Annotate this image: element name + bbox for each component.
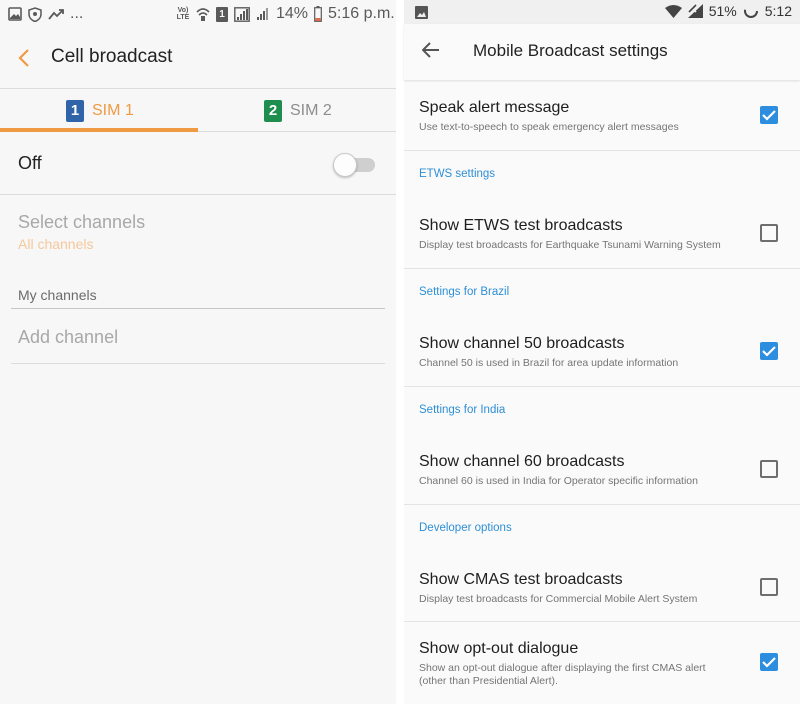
section-header-brazil: Settings for Brazil: [419, 286, 510, 298]
checkmark-icon: [762, 110, 776, 121]
setting-description-line-2: (other than Presidential Alert).: [419, 675, 558, 687]
broadcast-toggle[interactable]: [333, 152, 375, 177]
my-channels-header: My channels: [18, 287, 97, 303]
section-header-etws: ETWS settings: [419, 168, 496, 180]
trending-icon: [48, 9, 64, 20]
signal-icon: [234, 6, 250, 22]
shield-icon: [28, 6, 42, 22]
checkbox-checked[interactable]: [760, 653, 778, 671]
status-right-icons: Vo) LTE 1 14% 5:16 p.m.: [176, 5, 395, 23]
setting-title: Show channel 50 broadcasts: [419, 335, 625, 352]
setting-description: Channel 60 is used in India for Operator…: [419, 475, 698, 487]
sim-1-badge: 1: [66, 99, 84, 122]
back-chevron-icon[interactable]: [14, 46, 34, 70]
image-icon: [415, 6, 428, 19]
battery-percent: 14%: [276, 5, 309, 22]
status-bar: ... Vo) LTE 1 14% 5:16 p.m.: [0, 0, 396, 28]
sim-icon: 1: [216, 6, 228, 22]
image-icon: [8, 7, 22, 21]
section-header-developer: Developer options: [419, 522, 512, 534]
setting-title: Show ETWS test broadcasts: [419, 217, 623, 234]
section-divider: [11, 308, 385, 309]
volte-label: Vo): [177, 7, 189, 14]
right-screen: 51% 5:12 Mobile Broadcast settings Speak…: [404, 0, 800, 704]
page-title: Mobile Broadcast settings: [473, 41, 668, 60]
tab-sim-2-label: SIM 2: [290, 101, 332, 119]
wifi-icon: [664, 4, 682, 18]
lte-label: LTE: [176, 14, 190, 21]
setting-cmas-test[interactable]: Show CMAS test broadcasts Display test b…: [404, 553, 800, 622]
list-divider: [11, 363, 385, 364]
status-ellipsis: ...: [70, 5, 84, 22]
signal-icon: [257, 8, 268, 20]
add-channel-button[interactable]: Add channel: [18, 327, 118, 348]
tab-sim-2[interactable]: 2 SIM 2: [264, 89, 332, 132]
setting-title: Show channel 60 broadcasts: [419, 453, 625, 470]
setting-opt-out-dialogue[interactable]: Show opt-out dialogue Show an opt-out di…: [404, 622, 800, 704]
section-header-india: Settings for India: [419, 404, 506, 416]
setting-etws-test[interactable]: Show ETWS test broadcasts Display test b…: [404, 199, 800, 269]
volte-lte-label: Vo) LTE: [176, 7, 190, 21]
checkbox-checked[interactable]: [760, 342, 778, 360]
status-time: 5:16 p.m.: [328, 5, 395, 22]
setting-description: Display test broadcasts for Earthquake T…: [419, 239, 721, 251]
checkbox-unchecked[interactable]: [760, 224, 778, 242]
sim-tabs: 1 SIM 1 2 SIM 2: [0, 88, 396, 132]
left-screen: ... Vo) LTE 1 14% 5:16 p.m. Cell broadca…: [0, 0, 396, 704]
battery-icon: [743, 4, 758, 18]
status-left-icons: ...: [8, 5, 83, 23]
setting-description: Use text-to-speech to speak emergency al…: [419, 121, 679, 133]
checkmark-icon: [762, 657, 776, 668]
setting-description-line-1: Show an opt-out dialogue after displayin…: [419, 662, 706, 674]
status-bar: 51% 5:12: [404, 0, 800, 24]
checkbox-checked[interactable]: [760, 106, 778, 124]
checkbox-unchecked[interactable]: [760, 460, 778, 478]
setting-title: Speak alert message: [419, 99, 570, 116]
app-bar: Cell broadcast: [0, 36, 396, 80]
battery-icon: [314, 6, 322, 22]
checkbox-unchecked[interactable]: [760, 578, 778, 596]
setting-speak-alert[interactable]: Speak alert message Use text-to-speech t…: [404, 81, 800, 151]
setting-channel-50[interactable]: Show channel 50 broadcasts Channel 50 is…: [404, 317, 800, 387]
setting-description: Display test broadcasts for Commercial M…: [419, 593, 698, 605]
setting-title: Show CMAS test broadcasts: [419, 571, 623, 588]
select-channels-value: All channels: [18, 236, 94, 252]
battery-percent: 51%: [708, 3, 737, 19]
app-bar: Mobile Broadcast settings: [404, 24, 800, 80]
checkmark-icon: [762, 346, 776, 357]
sim-number: 1: [219, 8, 225, 20]
select-channels-item[interactable]: Select channels All channels: [18, 212, 145, 252]
setting-title: Show opt-out dialogue: [419, 640, 579, 657]
screen-separator: [396, 0, 404, 704]
signal-icon: [687, 4, 703, 18]
setting-channel-60[interactable]: Show channel 60 broadcasts Channel 60 is…: [404, 435, 800, 505]
tab-indicator: [0, 128, 198, 132]
status-time: 5:12: [764, 3, 792, 19]
back-arrow-icon[interactable]: [422, 42, 440, 58]
toggle-knob: [333, 153, 357, 177]
broadcast-toggle-row[interactable]: Off: [0, 133, 396, 195]
select-channels-title: Select channels: [18, 212, 146, 232]
status-right-icons: 51% 5:12: [664, 3, 792, 19]
sim-2-badge: 2: [264, 99, 282, 122]
wifi-icon: [196, 8, 210, 21]
tab-sim-1-label: SIM 1: [92, 101, 134, 119]
toggle-label: Off: [18, 153, 42, 173]
tab-sim-1[interactable]: 1 SIM 1: [66, 89, 134, 132]
setting-description: Channel 50 is used in Brazil for area up…: [419, 357, 679, 369]
page-title: Cell broadcast: [51, 46, 173, 67]
